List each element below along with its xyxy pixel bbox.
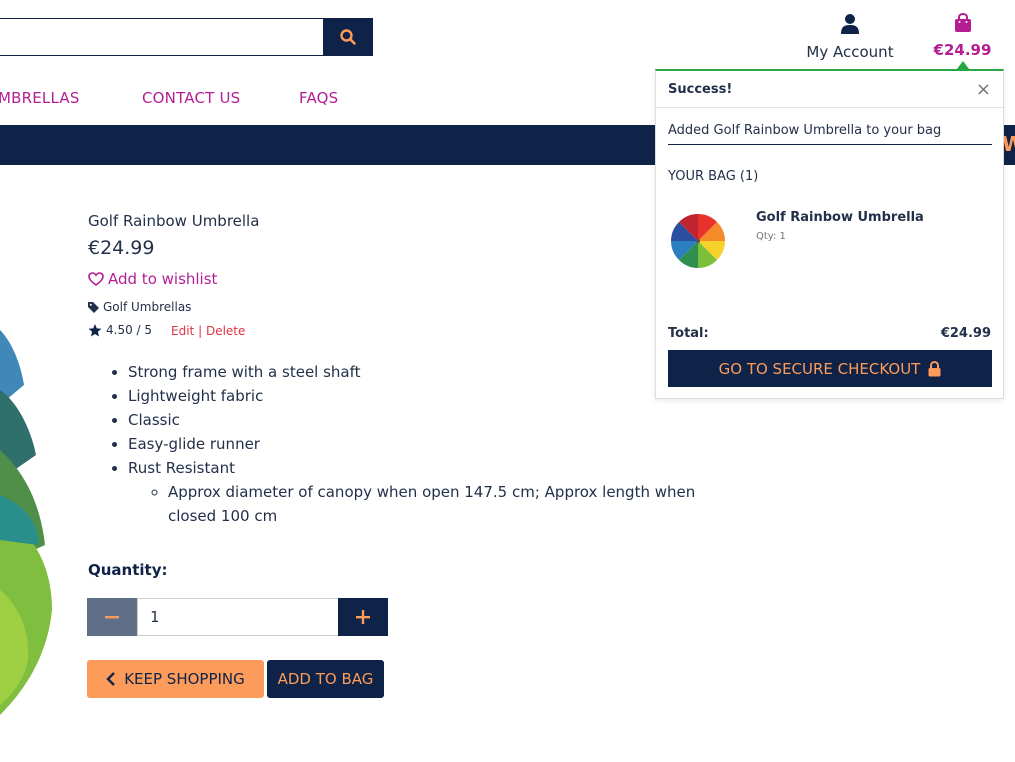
- quantity-label: Quantity:: [88, 561, 168, 579]
- secure-checkout-button[interactable]: GO TO SECURE CHECKOUT: [668, 350, 992, 387]
- product-features: Strong frame with a steel shaft Lightwei…: [108, 360, 698, 528]
- feature-item: Strong frame with a steel shaft: [128, 360, 698, 384]
- keep-shopping-button[interactable]: KEEP SHOPPING: [87, 660, 264, 698]
- search-input[interactable]: [0, 18, 324, 56]
- feature-item: Classic: [128, 408, 698, 432]
- feature-item: Easy-glide runner: [128, 432, 698, 456]
- add-to-bag-label: ADD TO BAG: [277, 670, 374, 688]
- feature-item: Rust Resistant Approx diameter of canopy…: [128, 456, 698, 528]
- delete-product-link[interactable]: Delete: [206, 324, 245, 338]
- category-link[interactable]: Golf Umbrellas: [88, 300, 191, 314]
- search-icon: [340, 29, 356, 45]
- keep-shopping-label: KEEP SHOPPING: [124, 670, 245, 688]
- bag-total: €24.99: [933, 41, 992, 59]
- toast-header: Success! ×: [656, 71, 1003, 108]
- toast-total-value: €24.99: [940, 326, 991, 341]
- edit-product-link[interactable]: Edit: [171, 324, 194, 338]
- nav-item-umbrellas[interactable]: MBRELLAS: [0, 89, 80, 107]
- product-title: Golf Rainbow Umbrella: [88, 212, 260, 230]
- checkout-label: GO TO SECURE CHECKOUT: [718, 359, 921, 378]
- shopping-bag-icon: [954, 12, 971, 32]
- product-image: [0, 330, 52, 715]
- shopping-bag-link[interactable]: €24.99: [930, 12, 995, 59]
- bag-item-qty: Qty: 1: [756, 231, 786, 242]
- admin-links-separator: |: [198, 324, 203, 338]
- add-to-wishlist-link[interactable]: Add to wishlist: [88, 270, 217, 288]
- lock-icon: [928, 360, 941, 376]
- feature-item-label: Rust Resistant: [128, 459, 235, 477]
- feature-item: Lightweight fabric: [128, 384, 698, 408]
- my-account-link[interactable]: My Account: [805, 13, 895, 61]
- increment-quantity-button[interactable]: [338, 598, 388, 636]
- minus-icon: [105, 616, 119, 619]
- heart-icon: [88, 272, 104, 286]
- toast-arrow: [957, 61, 969, 69]
- sub-feature-item: Approx diameter of canopy when open 147.…: [168, 480, 698, 528]
- search-button[interactable]: [323, 18, 373, 56]
- plus-icon: [356, 610, 370, 624]
- bag-item-name: Golf Rainbow Umbrella: [756, 210, 924, 225]
- user-icon: [841, 14, 859, 34]
- bag-item-thumbnail: [671, 214, 725, 268]
- close-icon[interactable]: ×: [976, 79, 991, 100]
- my-account-label: My Account: [806, 43, 894, 61]
- toast-title: Success!: [668, 82, 733, 97]
- quantity-input[interactable]: [137, 598, 339, 636]
- nav-item-faqs[interactable]: FAQS: [299, 89, 338, 107]
- decrement-quantity-button[interactable]: [87, 598, 137, 636]
- toast-total-label: Total:: [668, 326, 709, 341]
- admin-links: Edit | Delete: [171, 324, 245, 338]
- tag-icon: [88, 301, 99, 313]
- toast-bag-label: YOUR BAG (1): [668, 169, 759, 184]
- toast-message: Added Golf Rainbow Umbrella to your bag: [668, 123, 992, 145]
- star-icon: [88, 323, 102, 336]
- category-label: Golf Umbrellas: [103, 300, 192, 314]
- nav-item-contact-us[interactable]: CONTACT US: [142, 89, 240, 107]
- product-price: €24.99: [88, 237, 155, 259]
- success-toast: Success! × Added Golf Rainbow Umbrella t…: [655, 69, 1004, 399]
- rating-value: 4.50 / 5: [106, 323, 153, 337]
- add-to-bag-button[interactable]: ADD TO BAG: [267, 660, 384, 698]
- wishlist-label: Add to wishlist: [108, 270, 218, 288]
- chevron-left-icon: [106, 672, 116, 686]
- product-rating: 4.50 / 5: [88, 323, 152, 337]
